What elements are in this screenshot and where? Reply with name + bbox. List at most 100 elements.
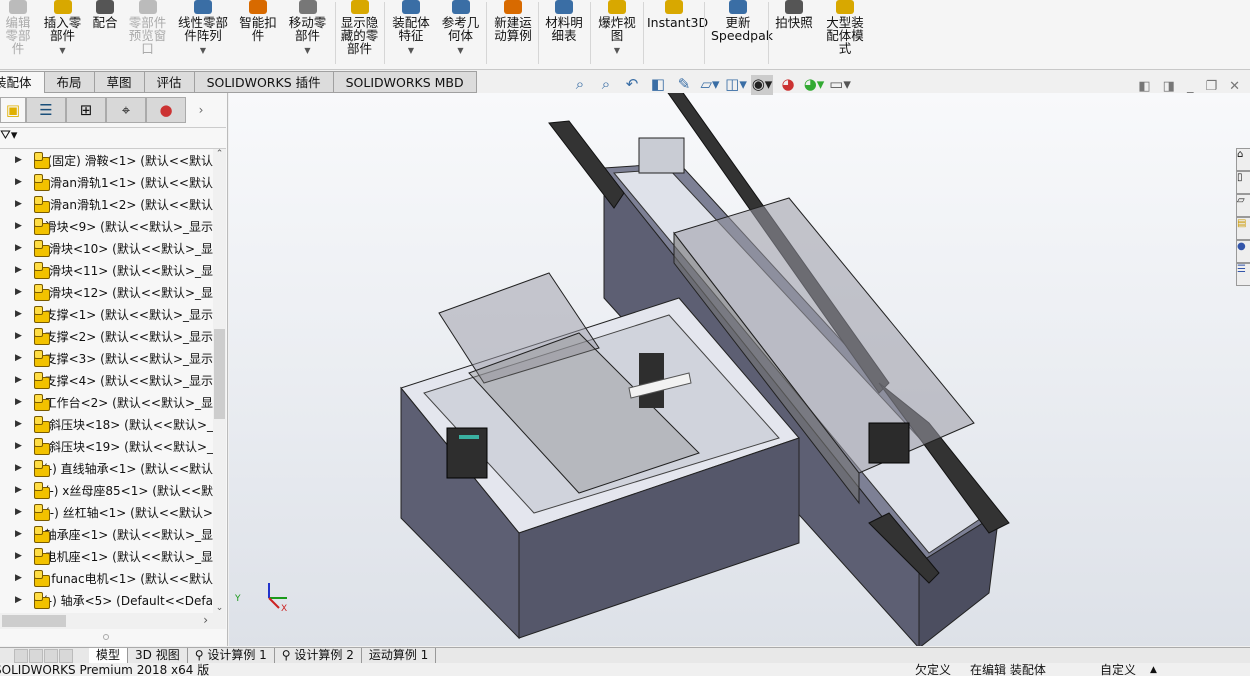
expand-arrow-icon[interactable]: ▶ [15, 155, 22, 165]
expand-arrow-icon[interactable]: ▶ [15, 243, 22, 253]
section-view-icon[interactable]: ◧ [647, 75, 669, 95]
ribbon-button-1[interactable]: 插入零部件 ▼ [40, 0, 85, 57]
expand-arrow-icon[interactable]: ▶ [15, 485, 22, 495]
expand-arrow-icon[interactable]: ▶ [15, 221, 22, 231]
expand-arrow-icon[interactable]: ▶ [15, 551, 22, 561]
tree-horizontal-scrollbar[interactable]: › [0, 613, 226, 629]
ribbon-button-16[interactable]: 大型装配体模式 [820, 0, 870, 55]
ribbon-button-11[interactable]: 材料明细表 [540, 0, 588, 42]
tree-item[interactable]: ▶ 滑an滑轨1<2> (默认<<默认 [0, 193, 213, 215]
ribbon-button-3[interactable]: 零部件预览窗口 [125, 0, 170, 55]
dropdown-arrow-icon[interactable]: ▼ [285, 44, 330, 57]
ribbon-button-6[interactable]: 移动零部件 ▼ [285, 0, 330, 57]
tab-5[interactable]: SOLIDWORKS MBD [333, 71, 477, 93]
ribbon-button-15[interactable]: 拍快照 [772, 0, 816, 29]
expand-arrow-icon[interactable]: ▶ [15, 529, 22, 539]
units-up-icon[interactable]: ▲ [1150, 664, 1157, 676]
expand-arrow-icon[interactable]: ▶ [15, 463, 22, 473]
previous-view-icon[interactable]: ↶ [621, 75, 643, 95]
tab-0[interactable]: 装配体 [0, 71, 45, 93]
view-orientation-icon[interactable]: ▱▾ [699, 75, 721, 95]
tree-item[interactable]: ▶ 工作台<2> (默认<<默认>_显 [0, 391, 213, 413]
dropdown-arrow-icon[interactable]: ▼ [40, 44, 85, 57]
ribbon-button-13[interactable]: Instant3D [645, 0, 708, 29]
tree-vertical-scrollbar[interactable]: ⌃ ⌄ [213, 149, 226, 613]
first-tab-button[interactable] [14, 649, 28, 663]
tree-item[interactable]: ▶ (-) 轴承<5> (Default<<Defa [0, 589, 213, 611]
units-selector[interactable]: 自定义 [1100, 664, 1136, 676]
expand-arrow-icon[interactable]: ▶ [15, 309, 22, 319]
expand-arrow-icon[interactable]: ▶ [15, 507, 22, 517]
ribbon-button-4[interactable]: 线性零部件阵列 ▼ [172, 0, 234, 57]
expand-arrow-icon[interactable]: ▶ [15, 441, 22, 451]
dynamic-annotation-icon[interactable]: ✎ [673, 75, 695, 95]
expand-arrow-icon[interactable]: ▶ [15, 397, 22, 407]
expand-arrow-icon[interactable]: ▶ [15, 287, 22, 297]
previous-window-icon[interactable]: ◧ [1138, 79, 1150, 94]
hide-show-items-icon[interactable]: ◉▾ [751, 75, 773, 95]
ribbon-button-9[interactable]: 参考几何体 ▼ [438, 0, 483, 57]
expand-arrow-icon[interactable]: ▶ [15, 573, 22, 583]
expand-arrow-icon[interactable]: ▶ [15, 595, 22, 605]
expand-arrow-icon[interactable]: ▶ [15, 177, 22, 187]
bottom-tab-3[interactable]: ⚲ 设计算例 2 [275, 648, 362, 663]
tab-4[interactable]: SOLIDWORKS 插件 [194, 71, 334, 93]
ribbon-button-14[interactable]: 更新Speedpak [709, 0, 773, 42]
bottom-tab-1[interactable]: 3D 视图 [128, 648, 188, 663]
bottom-tab-4[interactable]: 运动算例 1 [362, 648, 437, 663]
tree-item[interactable]: ▶ (-) 直线轴承<1> (默认<<默认 [0, 457, 213, 479]
tree-item[interactable]: ▶ 支撑<3> (默认<<默认>_显示 [0, 347, 213, 369]
ribbon-button-0[interactable]: 编辑零部件 [0, 0, 36, 55]
scroll-thumb[interactable] [2, 615, 66, 627]
ribbon-button-2[interactable]: 配合 [90, 0, 120, 29]
expand-arrow-icon[interactable]: ▶ [15, 331, 22, 341]
ribbon-button-5[interactable]: 智能扣件 [236, 0, 280, 42]
tree-item[interactable]: ▶ 支撑<1> (默认<<默认>_显示 [0, 303, 213, 325]
view-settings-icon[interactable]: ▭▾ [829, 75, 851, 95]
minimize-icon[interactable]: _ [1187, 79, 1194, 94]
zoom-to-fit-icon[interactable]: ⌕ [569, 75, 591, 95]
configuration-manager-tab[interactable]: ⊞ [66, 97, 106, 123]
prev-tab-button[interactable] [29, 649, 43, 663]
display-style-icon[interactable]: ◫▾ [725, 75, 747, 95]
dropdown-arrow-icon[interactable]: ▼ [438, 44, 483, 57]
ribbon-button-12[interactable]: 爆炸视图 ▼ [593, 0, 641, 57]
tree-item[interactable]: ▶ 滑块<11> (默认<<默认>_显 [0, 259, 213, 281]
bottom-tab-0[interactable]: 模型 [89, 648, 129, 663]
tree-item[interactable]: ▶ 支撑<4> (默认<<默认>_显示 [0, 369, 213, 391]
ribbon-button-7[interactable]: 显示隐藏的零部件 [337, 0, 382, 55]
tree-item[interactable]: ▶ funac电机<1> (默认<<默认 [0, 567, 213, 589]
expand-arrow-icon[interactable]: ▶ [15, 353, 22, 363]
scroll-thumb[interactable] [214, 329, 225, 419]
tree-item[interactable]: ▶ 滑块<9> (默认<<默认>_显示 [0, 215, 213, 237]
tree-item[interactable]: ▶ 滑块<12> (默认<<默认>_显 [0, 281, 213, 303]
expand-arrow-icon[interactable]: ▶ [15, 375, 22, 385]
expand-arrow-icon[interactable]: ▶ [15, 199, 22, 209]
property-manager-tab[interactable]: ☰ [26, 97, 66, 123]
dropdown-arrow-icon[interactable]: ▼ [386, 44, 436, 57]
tree-item[interactable]: ▶ 斜压块<19> (默认<<默认>_ [0, 435, 213, 457]
tree-item[interactable]: ▶ 滑块<10> (默认<<默认>_显 [0, 237, 213, 259]
tab-1[interactable]: 布局 [44, 71, 95, 93]
chevron-right-icon[interactable]: › [186, 97, 216, 123]
tree-item[interactable]: ▶ (固定) 滑鞍<1> (默认<<默认 [0, 149, 213, 171]
zoom-to-area-icon[interactable]: ⌕ [595, 75, 617, 95]
splitter-handle[interactable] [103, 634, 109, 640]
expand-arrow-icon[interactable]: ▶ [15, 419, 22, 429]
ribbon-button-10[interactable]: 新建运动算例 [488, 0, 538, 42]
dropdown-arrow-icon[interactable]: ▼ [593, 44, 641, 57]
tree-item[interactable]: ▶ (-) 丝杠轴<1> (默认<<默认> [0, 501, 213, 523]
expand-arrow-icon[interactable]: ▶ [15, 265, 22, 275]
apply-scene-icon[interactable]: ◕▾ [803, 75, 825, 95]
tree-item[interactable]: ▶ 电机座<1> (默认<<默认>_显 [0, 545, 213, 567]
next-tab-button[interactable] [44, 649, 58, 663]
last-tab-button[interactable] [59, 649, 73, 663]
feature-manager-tab[interactable]: ▣ [0, 97, 26, 123]
graphics-area[interactable]: ⌕ ⌕ ↶ ◧ ✎ ▱▾ ◫▾ ◉▾ ◕ ◕▾ ▭▾ ◧ ◨ _ ❐ ✕ ⌂ ▯… [229, 75, 1250, 646]
tab-2[interactable]: 草图 [94, 71, 145, 93]
tree-item[interactable]: ▶ 轴承座<1> (默认<<默认>_显 [0, 523, 213, 545]
dimxpert-tab[interactable]: ⌖ [106, 97, 146, 123]
display-manager-tab[interactable]: ● [146, 97, 186, 123]
tree-item[interactable]: ▶ 斜压块<18> (默认<<默认>_ [0, 413, 213, 435]
tab-3[interactable]: 评估 [144, 71, 195, 93]
